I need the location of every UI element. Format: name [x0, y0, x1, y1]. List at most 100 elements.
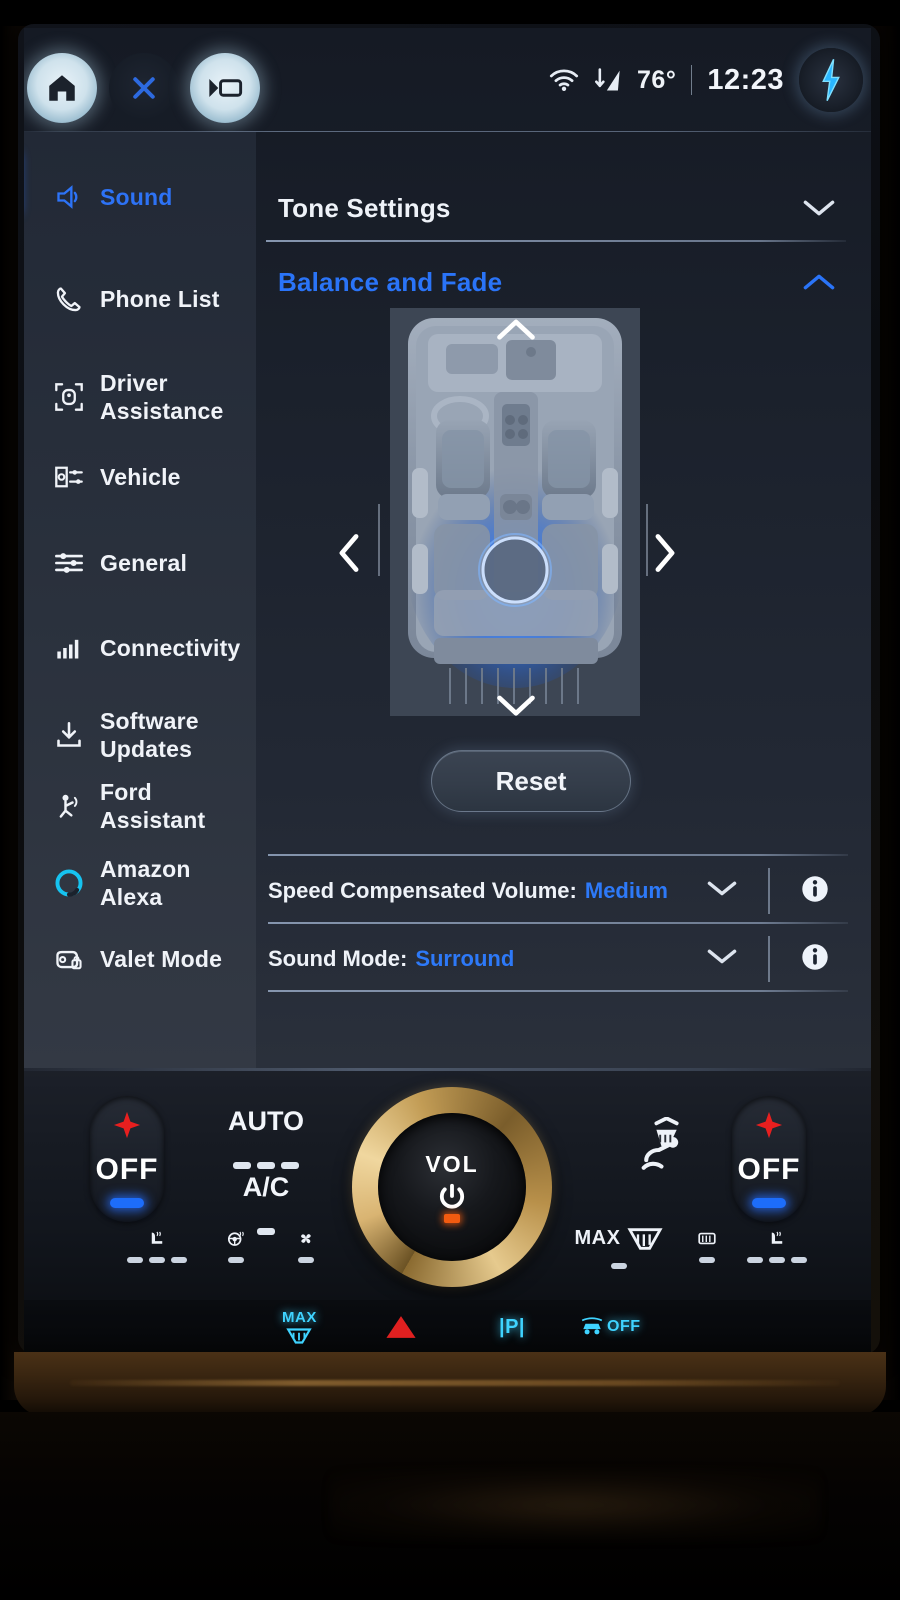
chevron-down-icon[interactable] [706, 947, 738, 972]
max-defrost-label: MAX [282, 1309, 317, 1326]
fan-button[interactable] [276, 1230, 336, 1268]
accordion-tone-settings[interactable]: Tone Settings [274, 176, 844, 240]
max-label: MAX [574, 1227, 621, 1249]
home-button[interactable] [27, 53, 97, 123]
lower-console-sheen [330, 1470, 820, 1540]
sidebar-item-connectivity[interactable]: Connectivity [24, 627, 256, 669]
left-tick-mark [378, 504, 380, 576]
chevron-down-icon [803, 200, 835, 216]
status-bar: 76° 12:23 [24, 28, 871, 132]
sidebar-item-amazon-alexa[interactable]: Amazon Alexa [24, 856, 256, 910]
rear-defrost-button[interactable] [672, 1230, 742, 1268]
reset-button[interactable]: Reset [431, 750, 631, 812]
settings-divider-bottom [268, 990, 848, 992]
wifi-icon [549, 69, 579, 91]
auto-button[interactable]: AUTO [208, 1106, 324, 1176]
projection-button[interactable] [190, 53, 260, 123]
heated-steering-wheel-icon [227, 1231, 244, 1246]
cabin-ambient-top [0, 0, 900, 26]
info-icon[interactable] [800, 942, 830, 977]
ev-charge-bolt-icon [822, 58, 840, 102]
power-indicator-led [444, 1214, 460, 1223]
volume-knob[interactable]: VOL [352, 1087, 552, 1287]
sidebar-item-label: Connectivity [100, 634, 241, 661]
console-trim-highlight [70, 1380, 840, 1386]
home-icon [49, 75, 75, 101]
sidebar-item-sound[interactable]: Sound [24, 176, 256, 218]
heated-seat-dashes [744, 1250, 810, 1268]
airflow-mode-button[interactable] [624, 1110, 704, 1190]
driver-assistance-icon [52, 382, 86, 412]
setting-row-speed-compensated-volume[interactable]: Speed Compensated Volume: Medium [268, 860, 848, 922]
sidebar-item-label: Amazon Alexa [100, 855, 191, 910]
accordion-title: Balance and Fade [278, 266, 503, 297]
status-indicators: 76° 12:23 [549, 28, 863, 132]
plus-icon [113, 1111, 141, 1139]
sidebar-item-label: Vehicle [100, 463, 181, 490]
sidebar-item-label: Software Updates [100, 707, 199, 762]
setting-label: Sound Mode: [268, 946, 408, 971]
chevron-down-icon [497, 695, 535, 716]
fan-dash [295, 1250, 317, 1268]
balance-right-button[interactable] [652, 532, 678, 579]
hazard-lights-button[interactable] [384, 1308, 418, 1346]
sidebar-item-label: Driver Assistance [100, 369, 224, 424]
sidebar-item-phone-list[interactable]: Phone List [24, 278, 256, 320]
info-icon[interactable] [800, 874, 830, 909]
max-defrost-button-panel[interactable]: MAX [564, 1227, 674, 1269]
download-icon [52, 721, 86, 749]
heated-seat-icon [151, 1231, 163, 1244]
phone-icon [52, 285, 86, 313]
alexa-ring-icon [52, 868, 86, 898]
ev-charge-button[interactable] [799, 48, 863, 112]
speaker-icon [52, 184, 86, 210]
sidebar-item-general[interactable]: General [24, 542, 256, 584]
volume-knob-face[interactable]: VOL [378, 1113, 526, 1261]
fade-rear-button[interactable] [496, 692, 536, 723]
physical-button-strip: MAX |P| OFF [24, 1300, 871, 1354]
chevron-up-icon [803, 274, 835, 290]
fan-icon [301, 1234, 311, 1244]
chevron-down-icon[interactable] [706, 879, 738, 904]
passenger-temp-rocker[interactable]: OFF [732, 1096, 806, 1222]
sidebar-item-label: Ford Assistant [100, 778, 206, 833]
sidebar-item-vehicle[interactable]: Vehicle [24, 456, 256, 498]
sliders-icon [52, 551, 86, 575]
heated-seat-passenger-button[interactable] [742, 1230, 812, 1268]
sidebar-item-valet-mode[interactable]: Valet Mode [24, 938, 256, 980]
close-button[interactable] [109, 53, 179, 123]
sidebar-item-software-updates[interactable]: Software Updates [24, 702, 256, 768]
rear-defrost-dash [696, 1250, 718, 1268]
projection-icon [209, 79, 243, 97]
max-defrost-icon [627, 1227, 664, 1250]
park-assist-off-label: OFF [607, 1318, 641, 1335]
sidebar-item-driver-assistance[interactable]: Driver Assistance [24, 364, 256, 430]
park-assist-off-button[interactable]: OFF [580, 1308, 641, 1346]
settings-divider-mid [268, 922, 848, 924]
heated-seat-dashes [124, 1250, 190, 1268]
setting-label: Speed Compensated Volume: [268, 878, 577, 903]
fade-forward-button[interactable] [496, 316, 536, 347]
balance-fade-control[interactable] [328, 300, 798, 730]
setting-value: Surround [415, 946, 515, 971]
steering-wheel-dash [225, 1250, 247, 1268]
heated-seat-driver-button[interactable] [122, 1230, 192, 1268]
max-defrost-physical-button[interactable]: MAX [282, 1308, 317, 1346]
row-divider [768, 868, 770, 914]
setting-row-sound-mode[interactable]: Sound Mode: Surround [268, 928, 848, 990]
sidebar-item-ford-assistant[interactable]: Ford Assistant [24, 779, 256, 833]
close-x-icon [133, 77, 155, 99]
heated-steering-wheel-button[interactable] [206, 1230, 266, 1268]
park-brake-label: |P| [499, 1315, 526, 1338]
airflow-person-icon [641, 1117, 679, 1170]
setting-value: Medium [584, 878, 668, 903]
balance-left-button[interactable] [336, 532, 362, 579]
chevron-right-icon [655, 534, 675, 572]
driver-temp-rocker[interactable]: OFF [90, 1096, 164, 1222]
settings-sidebar: Sound Phone List Driver Assistance Vehic… [24, 132, 256, 1068]
sidebar-item-label: General [100, 549, 188, 576]
infotainment-screenshot: 76° 12:23 Sound Phone List Driver Assist… [0, 0, 900, 1600]
heated-seat-icon [771, 1231, 783, 1244]
park-brake-button[interactable]: |P| [499, 1308, 525, 1346]
ford-assistant-icon [52, 792, 86, 820]
